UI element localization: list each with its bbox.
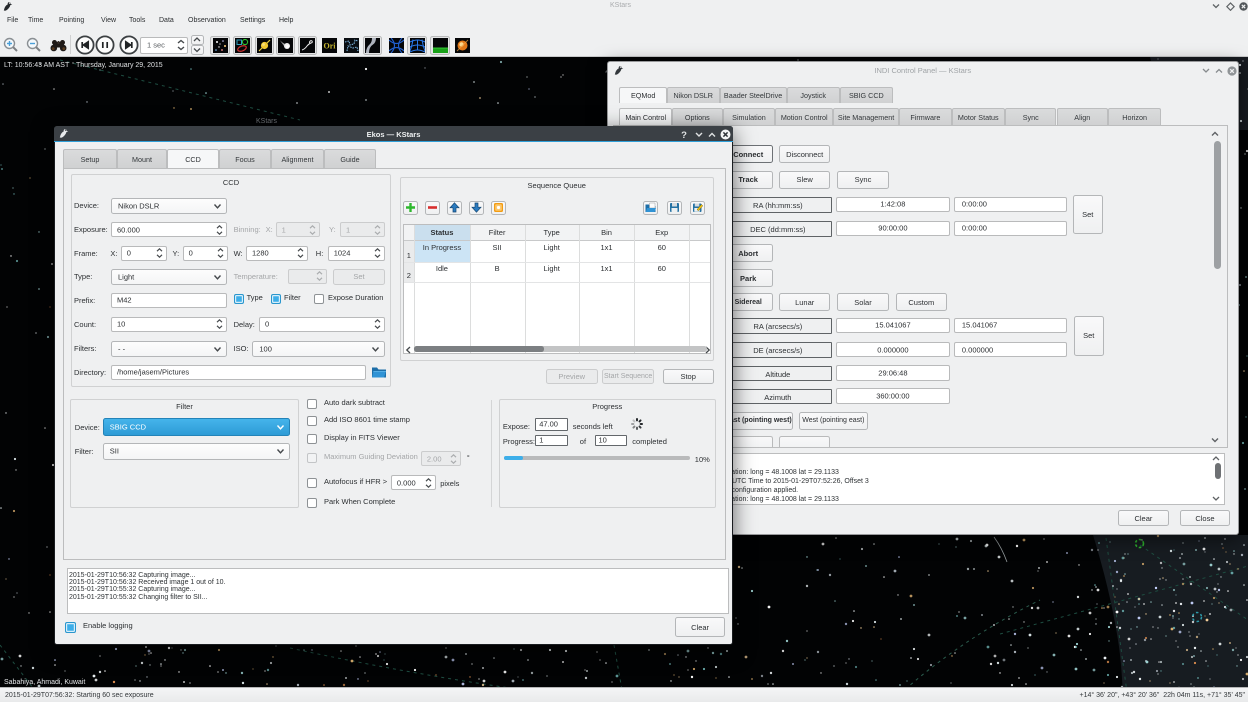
- svg-text:Ori: Ori: [324, 41, 337, 50]
- svg-text:?: ?: [681, 130, 687, 140]
